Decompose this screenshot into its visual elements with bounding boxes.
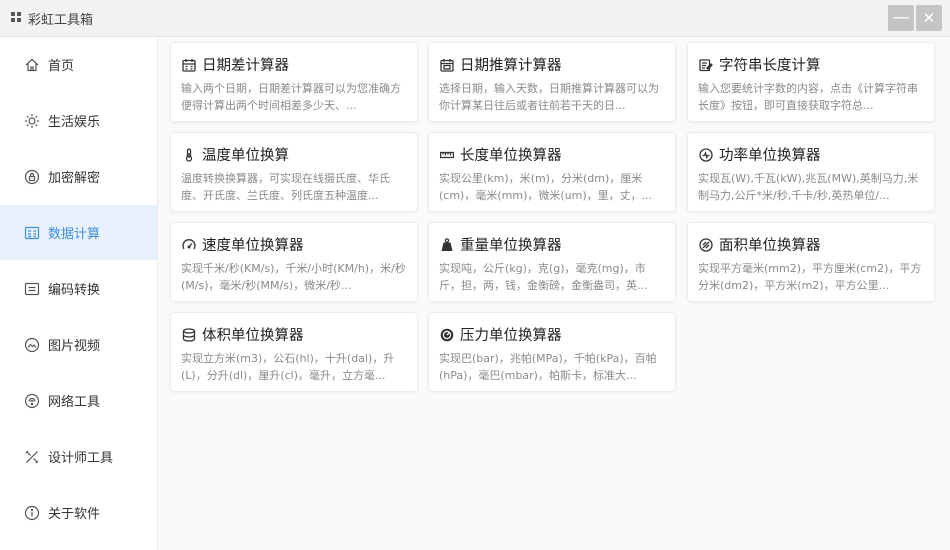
network-icon bbox=[24, 393, 40, 408]
tool-card-area[interactable]: 面积单位换算器 实现平方毫米(mm2)，平方厘米(cm2)，平方分米(dm2)，… bbox=[687, 222, 935, 302]
calculator-icon bbox=[24, 226, 40, 239]
gauge-icon bbox=[440, 328, 454, 342]
ruler-icon bbox=[440, 151, 454, 159]
minimize-button[interactable]: — bbox=[888, 5, 914, 31]
card-description: 输入两个日期，日期差计算器可以为您准确方便得计算出两个时间相差多少天、... bbox=[181, 82, 401, 112]
tool-card-pressure[interactable]: 压力单位换算器 实现巴(bar)，兆帕(MPa)，千帕(kPa)，百帕(hPa)… bbox=[428, 312, 676, 392]
tool-card-date-diff[interactable]: 日期差计算器 输入两个日期，日期差计算器可以为您准确方便得计算出两个时间相差多少… bbox=[170, 42, 418, 122]
title-bar: 彩虹工具箱 — ✕ bbox=[0, 0, 950, 37]
tool-card-string-length[interactable]: 字符串长度计算 输入您要统计字数的内容，点击《计算字符串长度》按钮，即可直接获取… bbox=[687, 42, 935, 122]
area-icon bbox=[699, 238, 713, 252]
thermometer-icon bbox=[185, 148, 193, 162]
sidebar-item-data-calc[interactable]: 数据计算 bbox=[0, 205, 157, 260]
card-description: 实现平方毫米(mm2)，平方厘米(cm2)，平方分米(dm2)，平方米(m2)，… bbox=[698, 262, 922, 292]
info-icon bbox=[24, 505, 40, 520]
card-title: 长度单位换算器 bbox=[460, 148, 562, 164]
sidebar-item-media[interactable]: 图片视频 bbox=[0, 317, 157, 372]
card-title: 重量单位换算器 bbox=[460, 238, 562, 254]
app-title: 彩虹工具箱 bbox=[28, 13, 94, 28]
card-title: 日期差计算器 bbox=[202, 58, 289, 74]
card-description: 输入您要统计字数的内容，点击《计算字符串长度》按钮，即可直接获取字符总... bbox=[698, 82, 918, 112]
speedometer-icon bbox=[182, 239, 196, 250]
card-title: 面积单位换算器 bbox=[719, 238, 821, 254]
tool-card-date-calc[interactable]: 日期推算计算器 选择日期，输入天数，日期推算计算器可以为你计算某日往后或者往前若… bbox=[428, 42, 676, 122]
sidebar-item-designer[interactable]: 设计师工具 bbox=[0, 429, 157, 484]
sidebar-item-label: 加密解密 bbox=[48, 171, 101, 186]
card-description: 选择日期，输入天数，日期推算计算器可以为你计算某日往后或者往前若干天的日... bbox=[439, 82, 659, 112]
weight-icon bbox=[441, 238, 453, 251]
tool-card-length[interactable]: 长度单位换算器 实现公里(km)，米(m)，分米(dm)，厘米(cm)，毫米(m… bbox=[428, 132, 676, 212]
sidebar-item-label: 首页 bbox=[48, 59, 75, 74]
power-meter-icon bbox=[699, 148, 713, 162]
card-description: 实现立方米(m3)，公石(hl)，十升(dal)，升(L)，分升(dl)，厘升(… bbox=[181, 352, 395, 382]
sidebar-item-label: 编码转换 bbox=[48, 283, 101, 298]
card-description: 实现瓦(W),千瓦(kW),兆瓦(MW),英制马力,米制马力,公斤*米/秒,千卡… bbox=[698, 172, 919, 202]
card-description: 实现千米/秒(KM/s)，千米/小时(KM/h)，米/秒(M/s)，毫米/秒(M… bbox=[181, 262, 406, 292]
card-title: 速度单位换算器 bbox=[202, 238, 304, 254]
sidebar-item-home[interactable]: 首页 bbox=[0, 37, 157, 92]
code-icon bbox=[24, 282, 40, 295]
home-icon bbox=[25, 58, 39, 71]
design-tools-icon bbox=[25, 450, 39, 463]
sidebar-item-about[interactable]: 关于软件 bbox=[0, 485, 157, 540]
text-edit-icon bbox=[699, 59, 713, 72]
app-grid-icon bbox=[11, 12, 22, 23]
sidebar-item-label: 关于软件 bbox=[48, 507, 101, 522]
tool-card-speed[interactable]: 速度单位换算器 实现千米/秒(KM/s)，千米/小时(KM/h)，米/秒(M/s… bbox=[170, 222, 418, 302]
tool-card-volume[interactable]: 体积单位换算器 实现立方米(m3)，公石(hl)，十升(dal)，升(L)，分升… bbox=[170, 312, 418, 392]
tool-card-temperature[interactable]: 温度单位换算 温度转换换算器，可实现在线摄氏度、华氏度、开氏度、兰氏度、列氏度五… bbox=[170, 132, 418, 212]
sun-icon bbox=[25, 113, 39, 128]
sidebar-item-encoding[interactable]: 编码转换 bbox=[0, 261, 157, 316]
card-title: 字符串长度计算 bbox=[719, 58, 821, 74]
card-description: 温度转换换算器，可实现在线摄氏度、华氏度、开氏度、兰氏度、列氏度五种温度... bbox=[181, 172, 390, 202]
tool-grid: 日期差计算器 输入两个日期，日期差计算器可以为您准确方便得计算出两个时间相差多少… bbox=[158, 37, 950, 550]
sidebar-item-label: 数据计算 bbox=[48, 227, 101, 242]
sidebar-item-network[interactable]: 网络工具 bbox=[0, 373, 157, 428]
sidebar-item-life[interactable]: 生活娱乐 bbox=[0, 93, 157, 148]
card-description: 实现吨，公斤(kg)，克(g)，毫克(mg)，市斤，担，两，钱，金衡磅，金衡盎司… bbox=[439, 262, 648, 292]
database-icon bbox=[182, 328, 196, 342]
close-button[interactable]: ✕ bbox=[916, 5, 942, 31]
card-description: 实现巴(bar)，兆帕(MPa)，千帕(kPa)，百帕(hPa)，毫巴(mbar… bbox=[439, 352, 657, 382]
sidebar-item-crypto[interactable]: 加密解密 bbox=[0, 149, 157, 204]
tool-card-weight[interactable]: 重量单位换算器 实现吨，公斤(kg)，克(g)，毫克(mg)，市斤，担，两，钱，… bbox=[428, 222, 676, 302]
image-icon bbox=[24, 337, 40, 352]
card-description: 实现公里(km)，米(m)，分米(dm)，厘米(cm)，毫米(mm)，微米(um… bbox=[439, 172, 653, 202]
card-title: 压力单位换算器 bbox=[460, 328, 562, 344]
calendar-check-icon bbox=[440, 59, 454, 72]
sidebar-item-label: 图片视频 bbox=[48, 339, 101, 354]
card-title: 温度单位换算 bbox=[202, 148, 289, 164]
sidebar-item-label: 网络工具 bbox=[48, 395, 101, 410]
card-title: 功率单位换算器 bbox=[719, 148, 821, 164]
sidebar-item-label: 生活娱乐 bbox=[48, 115, 101, 130]
sidebar-item-label: 设计师工具 bbox=[48, 451, 114, 466]
lock-icon bbox=[24, 169, 40, 184]
sidebar: 首页 生活娱乐 加密解密 数据计算 编码转换 图片视频 网络工具 设计师工具 关… bbox=[0, 37, 158, 550]
card-title: 体积单位换算器 bbox=[202, 328, 304, 344]
calendar-icon bbox=[182, 59, 196, 72]
card-title: 日期推算计算器 bbox=[460, 58, 562, 74]
tool-card-power[interactable]: 功率单位换算器 实现瓦(W),千瓦(kW),兆瓦(MW),英制马力,米制马力,公… bbox=[687, 132, 935, 212]
